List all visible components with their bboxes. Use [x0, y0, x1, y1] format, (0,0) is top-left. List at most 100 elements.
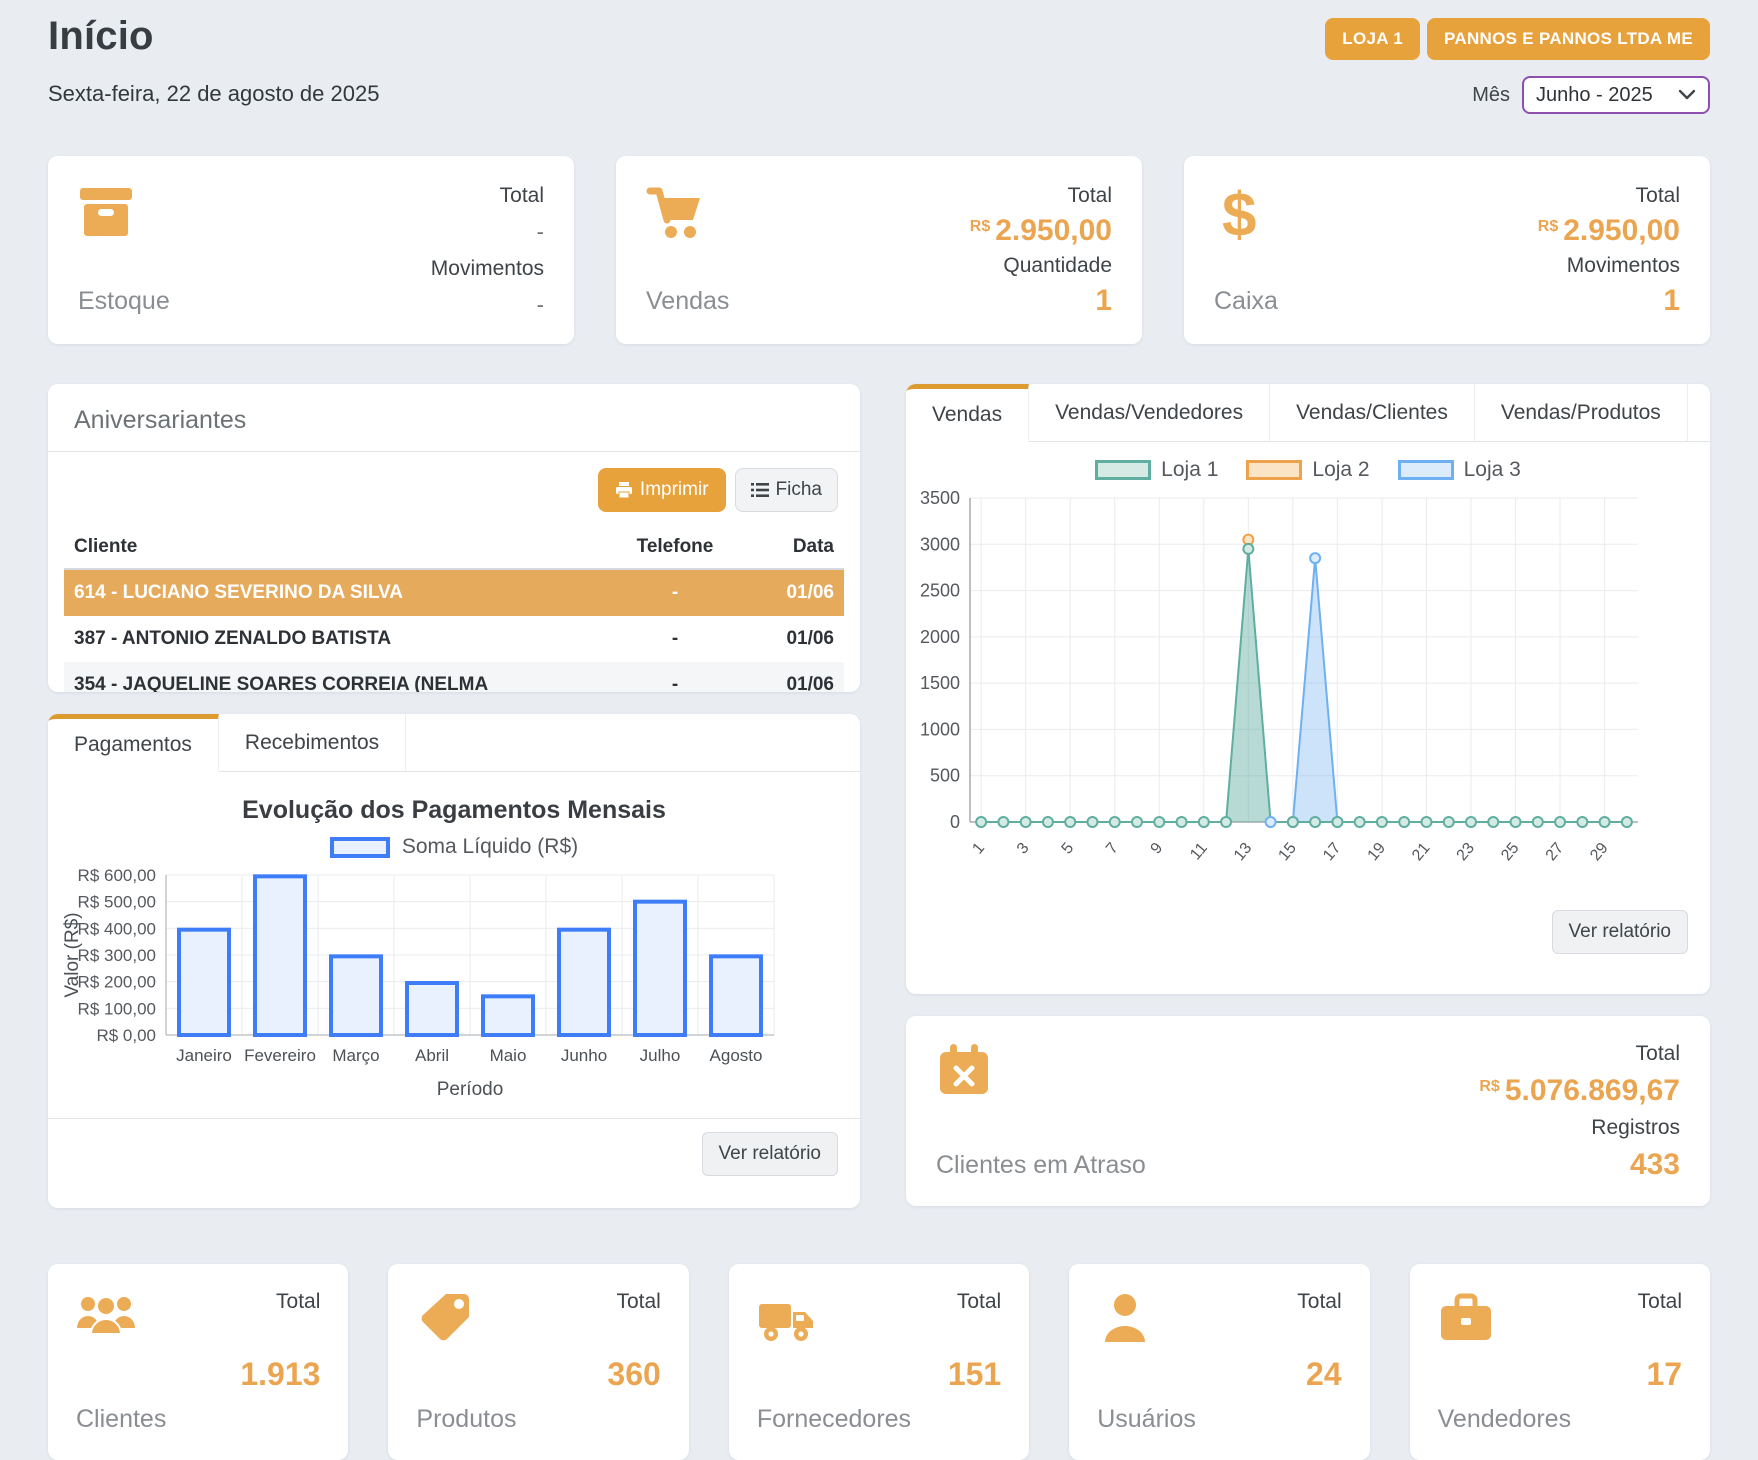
svg-text:R$ 100,00: R$ 100,00	[78, 999, 156, 1018]
stat-key: Total	[1538, 184, 1680, 208]
late-clients-card: Clientes em Atraso Total R$5.076.869,67 …	[906, 1016, 1710, 1206]
svg-text:Janeiro: Janeiro	[176, 1046, 232, 1065]
svg-text:1500: 1500	[920, 673, 960, 693]
legend-item[interactable]: Loja 2	[1246, 458, 1369, 482]
tab-vendas-clientes[interactable]: Vendas/Clientes	[1270, 384, 1475, 441]
svg-text:Julho: Julho	[640, 1046, 681, 1065]
payments-tabbar: Pagamentos Recebimentos	[48, 714, 860, 772]
svg-text:13: 13	[1231, 840, 1256, 865]
legend-label: Loja 1	[1161, 458, 1218, 482]
chevron-down-icon	[1678, 89, 1696, 101]
birthdays-panel: Aniversariantes Imprimir	[48, 384, 860, 692]
legend-item[interactable]: Loja 3	[1398, 458, 1521, 482]
svg-text:21: 21	[1409, 840, 1434, 865]
table-row[interactable]: 614 - LUCIANO SEVERINO DA SILVA - 01/06	[64, 570, 844, 616]
svg-text:3000: 3000	[920, 534, 960, 554]
svg-text:3500: 3500	[920, 488, 960, 508]
legend-item[interactable]: Loja 1	[1095, 458, 1218, 482]
month-select[interactable]: Junho - 2025	[1522, 76, 1710, 114]
sales-line-chart: 0500100015002000250030003500135791113151…	[906, 484, 1666, 892]
card-estoque: Estoque Total - Movimentos -	[48, 156, 574, 344]
bottom-stats-row: Clientes Total 1.913 Produtos Total 360	[48, 1264, 1710, 1460]
svg-text:R$ 0,00: R$ 0,00	[96, 1026, 156, 1045]
late-clients-label: Clientes em Atraso	[936, 1151, 1146, 1180]
stat-value: R$2.950,00	[970, 216, 1112, 246]
svg-text:1: 1	[969, 840, 988, 858]
tab-vendas-produtos[interactable]: Vendas/Produtos	[1475, 384, 1688, 441]
col-cliente: Cliente	[74, 536, 600, 558]
svg-text:17: 17	[1320, 840, 1345, 865]
svg-text:Fevereiro: Fevereiro	[244, 1046, 316, 1065]
svg-text:1000: 1000	[920, 719, 960, 739]
svg-text:R$ 500,00: R$ 500,00	[78, 893, 156, 912]
col-telefone: Telefone	[600, 536, 750, 558]
svg-text:19: 19	[1365, 840, 1390, 865]
stat-value: 1.913	[240, 1358, 320, 1390]
cart-icon	[646, 184, 706, 240]
tab-recebimentos[interactable]: Recebimentos	[219, 714, 406, 771]
svg-text:0: 0	[950, 812, 960, 832]
svg-text:$: $	[1222, 184, 1256, 240]
card-vendas: Vendas Total R$2.950,00 Quantidade 1	[616, 156, 1142, 344]
print-button[interactable]: Imprimir	[598, 468, 726, 512]
calendar-x-icon	[936, 1042, 992, 1098]
svg-text:Março: Março	[332, 1046, 379, 1065]
svg-text:Abril: Abril	[415, 1046, 449, 1065]
payments-report-button[interactable]: Ver relatório	[702, 1132, 838, 1176]
svg-text:Valor (R$): Valor (R$)	[62, 912, 83, 997]
svg-text:R$ 600,00: R$ 600,00	[78, 867, 156, 885]
svg-text:2000: 2000	[920, 627, 960, 647]
svg-text:23: 23	[1454, 840, 1479, 865]
stat-value: 1	[970, 286, 1112, 316]
svg-text:R$ 200,00: R$ 200,00	[78, 973, 156, 992]
printer-icon	[615, 481, 633, 499]
payments-chart-title: Evolução dos Pagamentos Mensais	[48, 796, 860, 825]
header-controls: LOJA 1 PANNOS E PANNOS LTDA ME Mês Junho…	[1325, 18, 1710, 114]
svg-text:R$ 300,00: R$ 300,00	[78, 946, 156, 965]
svg-text:Agosto: Agosto	[710, 1046, 763, 1065]
stat-value: R$2.950,00	[1538, 216, 1680, 246]
payments-chart-legend: Soma Líquido (R$)	[48, 835, 860, 859]
svg-text:5: 5	[1059, 840, 1078, 858]
tab-vendas-vendedores[interactable]: Vendas/Vendedores	[1029, 384, 1270, 441]
stat-value: 151	[948, 1358, 1001, 1390]
tab-vendas[interactable]: Vendas	[906, 384, 1029, 442]
legend-label: Loja 2	[1312, 458, 1369, 482]
svg-text:Período: Período	[437, 1079, 504, 1100]
stat-key: Total	[1297, 1290, 1341, 1314]
stat-value: 360	[607, 1358, 660, 1390]
stat-key: Movimentos	[1538, 254, 1680, 278]
legend-swatch	[1246, 460, 1302, 480]
card-usuarios: Usuários Total 24	[1069, 1264, 1369, 1460]
stat-key: Quantidade	[970, 254, 1112, 278]
tab-pagamentos[interactable]: Pagamentos	[48, 714, 219, 772]
ficha-button[interactable]: Ficha	[735, 468, 838, 512]
svg-text:11: 11	[1187, 840, 1211, 864]
col-data: Data	[750, 536, 834, 558]
birthdays-table: Cliente Telefone Data 614 - LUCIANO SEVE…	[64, 526, 844, 692]
tag-icon	[416, 1290, 472, 1346]
stat-label: Produtos	[416, 1405, 516, 1434]
card-vendedores: Vendedores Total 17	[1410, 1264, 1710, 1460]
dollar-icon: $	[1214, 184, 1270, 240]
stat-key: Total	[948, 1290, 1001, 1314]
stat-key: Total	[1479, 1042, 1680, 1066]
table-row[interactable]: 354 - JAQUELINE SOARES CORREIA (NELMA - …	[64, 662, 844, 692]
month-label: Mês	[1472, 84, 1510, 107]
sales-report-button[interactable]: Ver relatório	[1552, 910, 1688, 954]
store-button[interactable]: LOJA 1	[1325, 18, 1420, 60]
truck-icon	[757, 1290, 817, 1346]
stat-key: Total	[1638, 1290, 1682, 1314]
stat-label: Caixa	[1214, 287, 1278, 316]
company-button[interactable]: PANNOS E PANNOS LTDA ME	[1427, 18, 1710, 60]
stat-label: Clientes	[76, 1405, 166, 1434]
user-icon	[1097, 1290, 1153, 1346]
table-row[interactable]: 387 - ANTONIO ZENALDO BATISTA - 01/06	[64, 616, 844, 662]
stat-key: Total	[240, 1290, 320, 1314]
card-fornecedores: Fornecedores Total 151	[729, 1264, 1029, 1460]
svg-text:9: 9	[1148, 840, 1167, 858]
svg-text:Maio: Maio	[490, 1046, 527, 1065]
list-icon	[751, 482, 769, 498]
svg-text:29: 29	[1587, 840, 1612, 865]
svg-text:2500: 2500	[920, 581, 960, 601]
